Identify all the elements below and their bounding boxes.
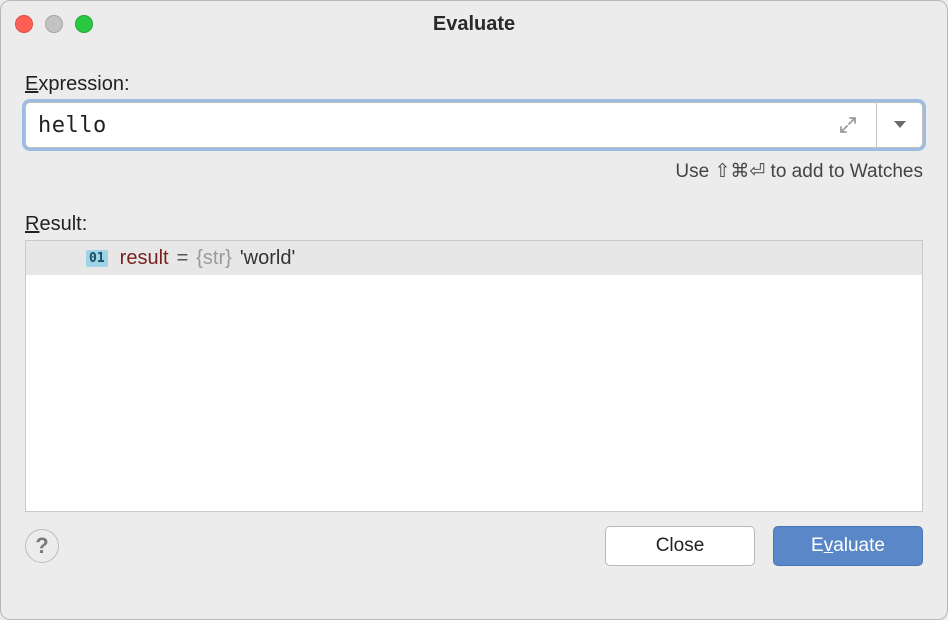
close-button-label: Close [656, 535, 705, 557]
expression-label: Expression: [25, 73, 923, 96]
result-label-text: esult: [39, 213, 87, 235]
expression-field-group: hello [25, 102, 923, 148]
result-type-badge: 01 [86, 250, 108, 267]
help-button[interactable]: ? [25, 529, 59, 563]
expression-label-mnemonic: E [25, 73, 38, 95]
zoom-window-button[interactable] [75, 15, 93, 33]
result-row[interactable]: 01 result = {str} 'world' [26, 241, 922, 275]
result-label: Result: [25, 213, 923, 236]
result-label-mnemonic: R [25, 213, 39, 235]
result-panel[interactable]: 01 result = {str} 'world' [25, 240, 923, 512]
window-title: Evaluate [1, 13, 947, 36]
titlebar: Evaluate [1, 1, 947, 47]
expression-input[interactable]: hello [26, 103, 876, 147]
result-variable-name: result [120, 247, 169, 270]
result-equals: = [177, 247, 189, 270]
expression-label-text: xpression: [38, 73, 129, 95]
minimize-window-button[interactable] [45, 15, 63, 33]
expand-icon[interactable] [838, 115, 858, 135]
close-button[interactable]: Close [605, 526, 755, 566]
expression-input-value: hello [38, 113, 107, 138]
dialog-footer: ? Close Evaluate [1, 512, 947, 566]
result-type: {str} [196, 247, 232, 270]
expression-history-dropdown[interactable] [876, 103, 922, 147]
window-controls [15, 15, 93, 33]
evaluate-button[interactable]: Evaluate [773, 526, 923, 566]
help-icon: ? [35, 533, 48, 559]
evaluate-button-label: Evaluate [811, 535, 885, 557]
close-window-button[interactable] [15, 15, 33, 33]
watches-hint: Use ⇧⌘⏎ to add to Watches [25, 160, 923, 183]
result-value: 'world' [240, 247, 295, 270]
